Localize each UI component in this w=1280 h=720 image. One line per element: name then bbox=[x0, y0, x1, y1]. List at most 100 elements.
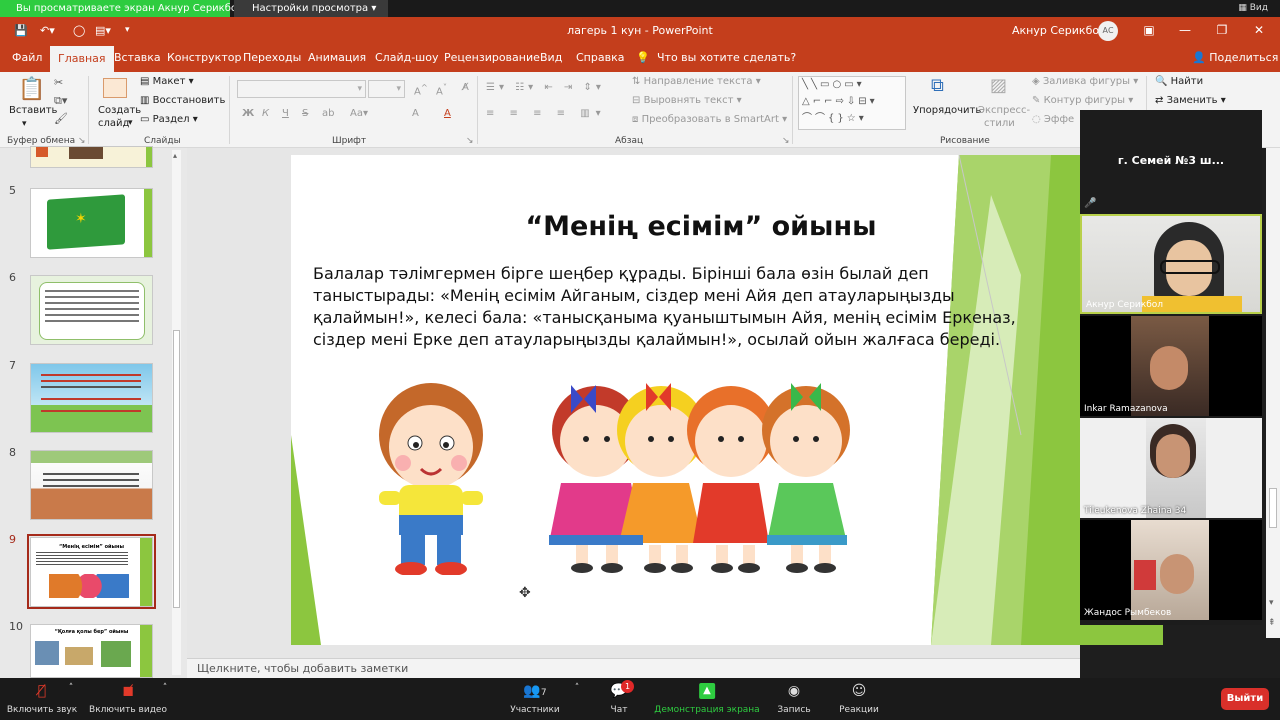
shapes-row-3[interactable]: ⌒⌒{}☆▾ bbox=[802, 112, 867, 126]
save-icon[interactable]: 💾 bbox=[14, 17, 28, 44]
start-video-button[interactable]: ◼̸ Включить видео bbox=[88, 678, 168, 720]
tab-transitions[interactable]: Переходы bbox=[243, 44, 301, 72]
cut-icon[interactable]: ✂ bbox=[54, 76, 63, 90]
font-family-input[interactable]: ▾ bbox=[237, 80, 366, 98]
restore-icon[interactable]: ❐ bbox=[1203, 17, 1241, 44]
reactions-button[interactable]: ☺ Реакции bbox=[834, 678, 884, 720]
slide-thumbnail-7[interactable] bbox=[30, 363, 153, 433]
font-color-button[interactable]: A bbox=[444, 108, 451, 119]
tab-review[interactable]: Рецензирование bbox=[444, 44, 540, 72]
bold-button[interactable]: Ж bbox=[242, 108, 254, 119]
shape-fill-button[interactable]: ◈ Заливка фигуры ▾ bbox=[1032, 76, 1138, 87]
spacing-icon[interactable]: ab bbox=[322, 108, 334, 119]
align-text-button[interactable]: ⊟ Выровнять текст ▾ bbox=[632, 95, 742, 106]
find-button[interactable]: 🔍 Найти bbox=[1155, 76, 1203, 87]
slide-thumbnail-6[interactable] bbox=[30, 275, 153, 345]
slide-canvas[interactable]: “Менің есімім” ойыны Балалар тәлімгермен… bbox=[291, 155, 1163, 645]
audio-options-button[interactable]: ˄ bbox=[64, 678, 78, 720]
underline-button[interactable]: Ч bbox=[282, 108, 289, 119]
avatar[interactable]: АС bbox=[1098, 21, 1118, 41]
prev-slide-icon[interactable]: ⇞ bbox=[1268, 618, 1276, 628]
list-buttons[interactable]: ☰▾ ☷▾ ⇤ ⇥ ⇕▾ bbox=[486, 82, 605, 93]
participants-options-button[interactable]: ˄ bbox=[570, 678, 584, 720]
paste-icon[interactable]: 📋 bbox=[18, 78, 45, 102]
present-icon[interactable]: ▤▾ bbox=[95, 17, 111, 44]
tab-slideshow[interactable]: Слайд-шоу bbox=[375, 44, 438, 72]
slide-thumbnail-8[interactable] bbox=[30, 450, 153, 520]
ribbon-display-icon[interactable]: ▣ bbox=[1130, 17, 1168, 44]
clear-format-icon[interactable]: A̸ bbox=[462, 82, 469, 93]
record-button[interactable]: ◉ Запись bbox=[770, 678, 818, 720]
customize-qat-icon[interactable]: ▾ bbox=[125, 17, 130, 44]
strikethrough-button[interactable]: S bbox=[302, 108, 308, 119]
grow-font-button[interactable]: A^ bbox=[414, 82, 428, 97]
shapes-row-2[interactable]: △⌐⌐⇨⇩⊟▾ bbox=[802, 95, 878, 109]
notes-input[interactable]: Щелкните, чтобы добавить заметки bbox=[187, 658, 1080, 678]
slide-thumbnail-4[interactable] bbox=[30, 146, 153, 168]
video-tile-2[interactable]: Inkar Ramazanova bbox=[1080, 316, 1262, 416]
minimize-icon[interactable]: — bbox=[1166, 17, 1204, 44]
quick-styles-icon[interactable]: ▨ bbox=[990, 76, 1007, 96]
slide-title[interactable]: “Менің есімім” ойыны bbox=[291, 211, 1111, 242]
shrink-font-button[interactable]: A˅ bbox=[436, 82, 447, 97]
quick-styles-button[interactable]: Экспресс- bbox=[978, 105, 1030, 116]
font-size-input[interactable]: ▾ bbox=[368, 80, 405, 98]
change-case-icon[interactable]: Aa▾ bbox=[350, 108, 368, 119]
smartart-button[interactable]: ⧈ Преобразовать в SmartArt ▾ bbox=[632, 114, 787, 125]
quick-styles-label-2[interactable]: стили bbox=[984, 118, 1015, 129]
account-name[interactable]: Акнур Серикбол bbox=[1012, 17, 1106, 44]
text-direction-button[interactable]: ⇅ Направление текста ▾ bbox=[632, 76, 761, 87]
undo-icon[interactable]: ↶▾ bbox=[40, 17, 55, 44]
share-screen-button[interactable]: ▲ Демонстрация экрана bbox=[652, 678, 762, 720]
tab-animations[interactable]: Анимация bbox=[308, 44, 366, 72]
italic-button[interactable]: К bbox=[262, 108, 269, 119]
reset-button[interactable]: ▥ Восстановить bbox=[140, 95, 225, 106]
clipboard-launcher-icon[interactable]: ↘ bbox=[78, 136, 86, 146]
tab-file[interactable]: Файл bbox=[12, 44, 42, 72]
tab-help[interactable]: Справка bbox=[576, 44, 624, 72]
editor-scrollbar[interactable]: ▾ ⇞ bbox=[1266, 148, 1280, 638]
tab-view[interactable]: Вид bbox=[540, 44, 562, 72]
tab-insert[interactable]: Вставка bbox=[114, 44, 161, 72]
tab-design[interactable]: Конструктор bbox=[167, 44, 241, 72]
paste-button[interactable]: Вставить bbox=[9, 105, 57, 116]
replace-button[interactable]: ⇄ Заменить ▾ bbox=[1155, 95, 1226, 106]
section-button[interactable]: ▭ Раздел ▾ bbox=[140, 114, 198, 125]
new-slide-dropdown-icon[interactable]: ▾ bbox=[128, 118, 133, 128]
slide-body-text[interactable]: Балалар тәлімгермен бірге шеңбер құрады.… bbox=[313, 263, 1018, 351]
video-tile-4[interactable]: Жандос Рымбеков bbox=[1080, 520, 1262, 620]
align-buttons[interactable]: ≡ ≡ ≡ ≡ ▥▾ bbox=[486, 108, 607, 119]
layout-button[interactable]: ▤ Макет ▾ bbox=[140, 76, 194, 87]
slide-thumbnail-10[interactable]: “Қолға қолы бер” ойыны bbox=[30, 624, 153, 678]
video-options-button[interactable]: ˄ bbox=[158, 678, 172, 720]
copy-icon[interactable]: ⧉▾ bbox=[54, 94, 67, 108]
new-slide-label-2[interactable]: слайд bbox=[98, 118, 129, 129]
paragraph-launcher-icon[interactable]: ↘ bbox=[782, 136, 790, 146]
slide-thumbnail-9[interactable]: “Менің есімім” ойыны bbox=[30, 537, 153, 607]
tell-me-input[interactable]: Что вы хотите сделать? bbox=[657, 44, 796, 72]
highlight-button[interactable]: A bbox=[412, 108, 419, 119]
scroll-down-icon[interactable]: ▾ bbox=[1269, 598, 1274, 608]
new-slide-icon[interactable] bbox=[103, 78, 127, 98]
shape-outline-button[interactable]: ✎ Контур фигуры ▾ bbox=[1032, 95, 1133, 106]
shapes-gallery[interactable]: ╲╲▭○▭▾ △⌐⌐⇨⇩⊟▾ ⌒⌒{}☆▾ bbox=[798, 76, 906, 130]
arrange-icon[interactable]: ⧉ bbox=[931, 76, 944, 96]
tab-home[interactable]: Главная bbox=[50, 46, 114, 72]
view-options-button[interactable]: Настройки просмотра ▾ bbox=[234, 0, 389, 17]
arrange-button[interactable]: Упорядочить bbox=[913, 105, 981, 116]
shape-effects-button[interactable]: ◌ Эффе bbox=[1032, 114, 1074, 125]
font-launcher-icon[interactable]: ↘ bbox=[466, 136, 474, 146]
editor-scroll-thumb[interactable] bbox=[1269, 488, 1277, 528]
scroll-up-icon[interactable]: ▴ bbox=[173, 151, 177, 160]
video-tile-3[interactable]: Tileukenova Zhaina 34 bbox=[1080, 418, 1262, 518]
leave-button[interactable]: Выйти bbox=[1221, 688, 1269, 710]
paste-dropdown-icon[interactable]: ▾ bbox=[22, 119, 27, 129]
share-button[interactable]: 👤 Поделиться bbox=[1192, 44, 1278, 72]
close-icon[interactable]: ✕ bbox=[1240, 17, 1278, 44]
new-slide-button[interactable]: Создать bbox=[98, 105, 141, 116]
shapes-row-1[interactable]: ╲╲▭○▭▾ bbox=[802, 78, 865, 92]
thumbnails-scroll-thumb[interactable] bbox=[173, 330, 180, 608]
slide-thumbnail-5[interactable]: ✶ bbox=[30, 188, 153, 258]
format-painter-icon[interactable]: 🖌 bbox=[54, 112, 68, 126]
redo-icon[interactable]: ◯ bbox=[73, 17, 85, 44]
